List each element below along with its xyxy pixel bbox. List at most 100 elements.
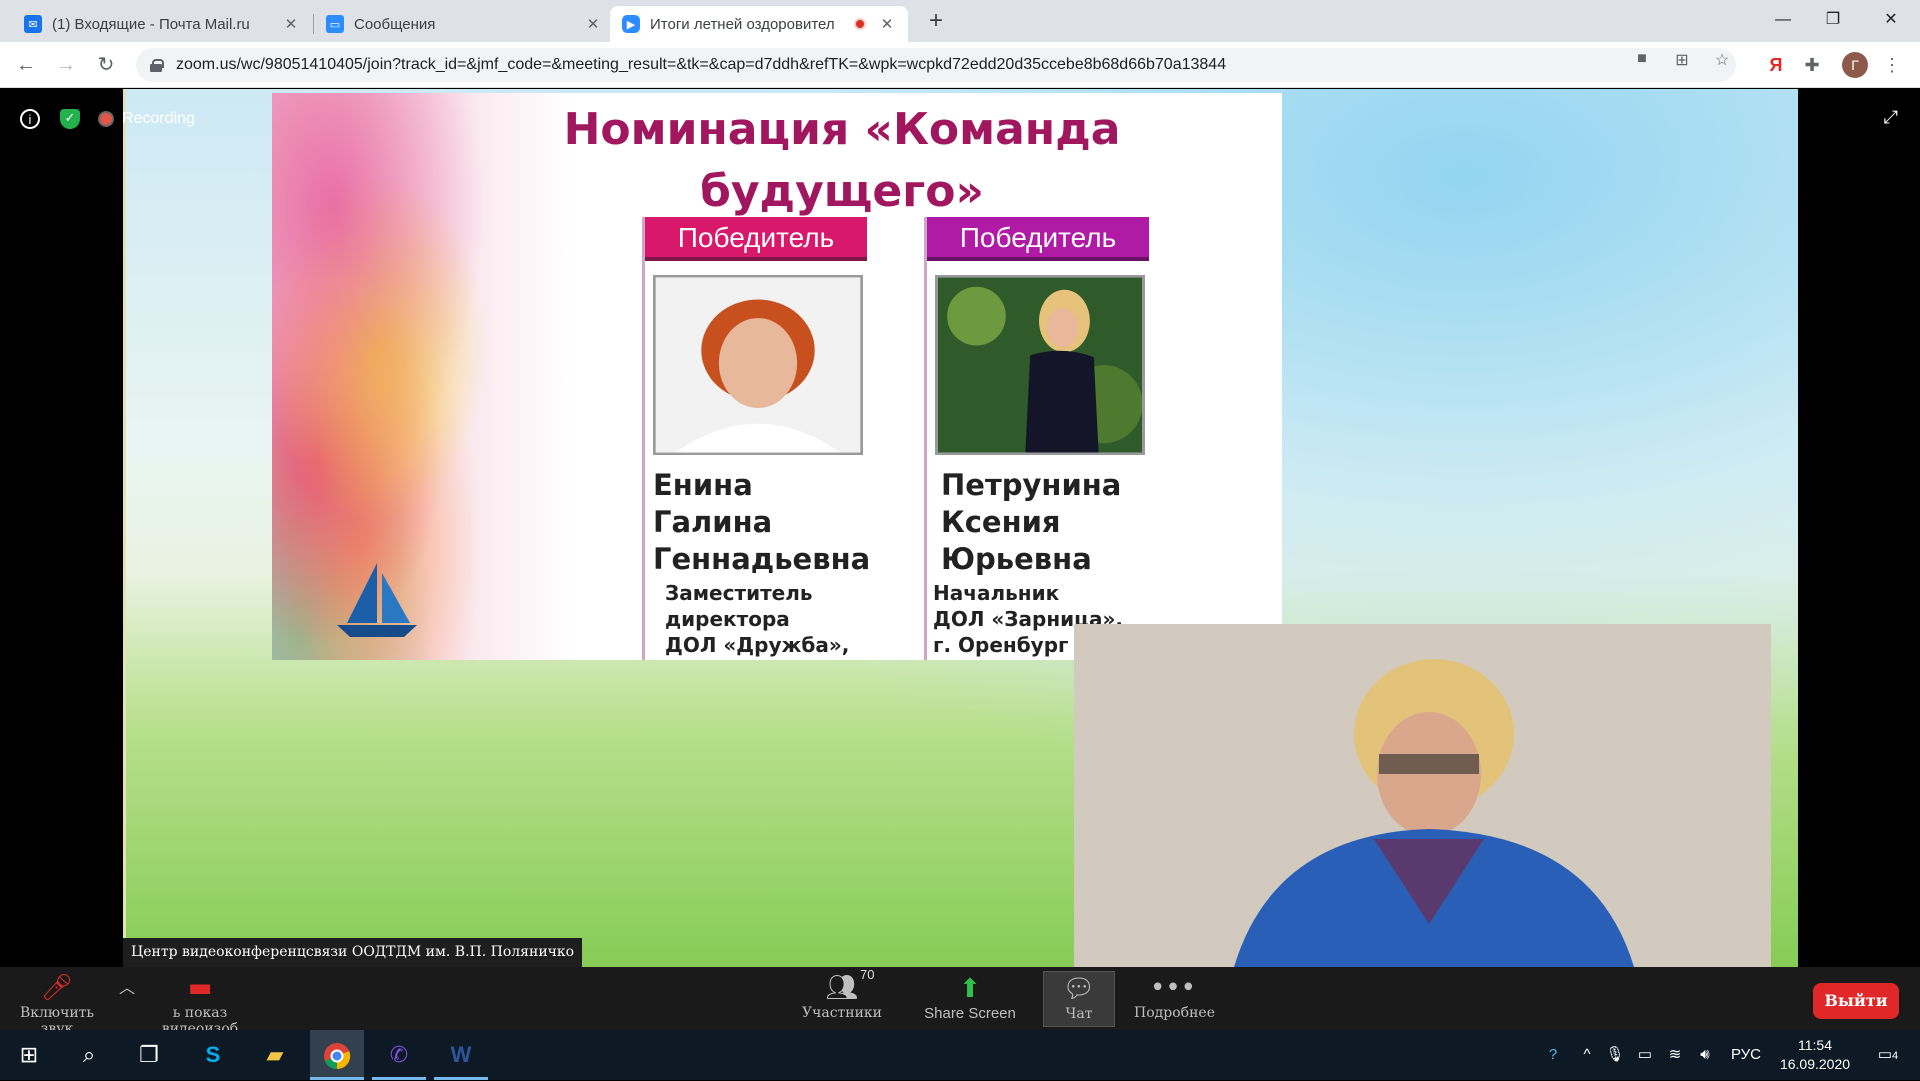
- microphone-icon[interactable]: 🎙︎: [1602, 1030, 1628, 1080]
- info-icon[interactable]: i: [20, 109, 40, 129]
- tab-mail[interactable]: ✉ (1) Входящие - Почта Mail.ru ✕: [12, 6, 312, 42]
- winner-photo: [935, 275, 1145, 455]
- minimize-button[interactable]: —: [1760, 0, 1806, 40]
- new-tab-button[interactable]: +: [922, 8, 950, 36]
- shared-screen: Номинация «Команда будущего» Победитель …: [123, 89, 1798, 967]
- zoom-icon: ▶: [622, 15, 640, 33]
- role-line: директора: [665, 607, 790, 631]
- file-explorer-icon[interactable]: ▰: [248, 1030, 302, 1080]
- url-text: zoom.us/wc/98051410405/join?track_id=&jm…: [176, 56, 1227, 73]
- slide-title-line1: Номинация «Команда: [563, 104, 1121, 155]
- battery-icon[interactable]: ▭: [1632, 1030, 1658, 1080]
- more-icon: •••: [1149, 973, 1196, 1003]
- share-screen-button[interactable]: ⬆ Share Screen: [920, 971, 1020, 1027]
- skype-icon[interactable]: S: [186, 1030, 240, 1080]
- search-icon[interactable]: ⌕: [62, 1030, 116, 1080]
- unmute-button[interactable]: 🎤︎ Включить звук: [6, 971, 108, 1037]
- zoom-toolbar: 🎤︎ Включить звук ︿ ▬ ь показ видеоизоб 👥…: [0, 967, 1920, 1037]
- slide-title-line2: будущего»: [700, 166, 984, 217]
- participants-count: 70: [860, 967, 875, 982]
- name-line: Петрунина: [941, 468, 1122, 502]
- help-icon[interactable]: ?: [1538, 1030, 1568, 1080]
- name-line: Енина: [653, 468, 753, 502]
- chat-button[interactable]: 💬︎ Чат: [1043, 971, 1115, 1027]
- word-icon[interactable]: W: [434, 1030, 488, 1080]
- address-bar[interactable]: zoom.us/wc/98051410405/join?track_id=&jm…: [136, 48, 1736, 82]
- name-line: Ксения: [941, 505, 1061, 539]
- tab-title: Итоги летней оздоровител: [650, 15, 835, 33]
- share-label: Share Screen: [924, 1005, 1016, 1022]
- winner-card-1: Победитель Енина Галина Геннадьевна Заме…: [642, 217, 870, 660]
- close-icon[interactable]: ✕: [584, 15, 602, 33]
- close-window-button[interactable]: ✕: [1868, 0, 1914, 40]
- winner-name: Енина Галина Геннадьевна: [653, 467, 870, 578]
- role-line: Начальник: [933, 581, 1060, 605]
- winner-role: Заместитель директора ДОЛ «Дружба»,: [665, 580, 849, 658]
- notifications-icon[interactable]: ▭4: [1868, 1030, 1908, 1080]
- wifi-icon[interactable]: ≋: [1662, 1030, 1688, 1080]
- translate-icon[interactable]: ⊞: [1672, 50, 1692, 70]
- slide-title: Номинация «Команда будущего»: [522, 99, 1162, 223]
- language-indicator[interactable]: РУС: [1726, 1030, 1766, 1080]
- meeting-status-overlay: i ✓ Recording: [20, 109, 195, 129]
- notification-count: 4: [1892, 1050, 1899, 1062]
- browser-tab-strip: ✉ (1) Входящие - Почта Mail.ru ✕ ▭ Сообщ…: [0, 0, 1920, 42]
- lock-icon: [150, 59, 164, 72]
- close-icon[interactable]: ✕: [878, 15, 896, 33]
- camera-icon[interactable]: ■: [1632, 50, 1652, 70]
- tab-messages[interactable]: ▭ Сообщения ✕: [314, 6, 614, 42]
- fullscreen-icon[interactable]: ⤢: [1884, 107, 1898, 128]
- leave-button[interactable]: Выйти: [1813, 983, 1899, 1019]
- role-line: Заместитель: [665, 581, 813, 605]
- more-label: Подробнее: [1134, 1005, 1215, 1021]
- winner-badge: Победитель: [927, 217, 1149, 261]
- browser-toolbar: ← → ↻ zoom.us/wc/98051410405/join?track_…: [0, 42, 1920, 88]
- participants-button[interactable]: 👥︎ 70 Участники: [800, 967, 884, 1027]
- winner-name: Петрунина Ксения Юрьевна: [941, 467, 1121, 578]
- chrome-logo: [324, 1043, 351, 1070]
- name-line: Юрьевна: [941, 542, 1092, 576]
- start-video-button[interactable]: ▬ ь показ видеоизоб: [140, 971, 260, 1037]
- chat-icon: ▭: [326, 15, 344, 33]
- reload-button[interactable]: ↻: [92, 51, 120, 79]
- chat-label: Чат: [1065, 1006, 1093, 1022]
- shield-icon[interactable]: ✓: [60, 109, 80, 129]
- close-icon[interactable]: ✕: [282, 15, 300, 33]
- recording-label: Recording: [122, 110, 195, 127]
- audio-options-button[interactable]: ︿: [116, 971, 138, 1027]
- chevron-up-icon[interactable]: ^: [1574, 1030, 1600, 1080]
- presentation-slide: Номинация «Команда будущего» Победитель …: [272, 93, 1282, 660]
- task-view-icon[interactable]: ❐: [122, 1030, 176, 1080]
- windows-start-icon[interactable]: ⊞: [2, 1030, 56, 1080]
- recording-dot-icon: [100, 113, 112, 125]
- more-button[interactable]: ••• Подробнее: [1134, 971, 1215, 1027]
- participant-video[interactable]: [1074, 624, 1771, 967]
- participants-label: Участники: [801, 1005, 883, 1021]
- winner-photo: [653, 275, 863, 455]
- microphone-muted-icon: 🎤︎: [40, 973, 74, 1003]
- forward-button[interactable]: →: [52, 51, 80, 79]
- clock[interactable]: 11:54 16.09.2020: [1770, 1036, 1860, 1074]
- recording-icon: [854, 18, 866, 30]
- tab-zoom-meeting[interactable]: ▶ Итоги летней оздоровител ✕: [610, 6, 908, 42]
- back-button[interactable]: ←: [12, 51, 40, 79]
- chat-icon: 💬︎: [1062, 974, 1096, 1004]
- viber-icon[interactable]: ✆: [372, 1030, 426, 1080]
- star-icon[interactable]: ☆: [1712, 50, 1732, 70]
- role-line: ДОЛ «Дружба»,: [665, 633, 850, 657]
- mail-icon: ✉: [24, 15, 42, 33]
- share-screen-icon: ⬆: [959, 973, 981, 1003]
- yandex-icon[interactable]: Я: [1762, 51, 1790, 79]
- extensions-icon[interactable]: ✚: [1798, 51, 1826, 79]
- date: 16.09.2020: [1779, 1056, 1851, 1072]
- video-off-icon: ▬: [187, 973, 213, 1003]
- participant-name-label: Центр видеоконференцсвязи ООДТДМ им. В.П…: [123, 938, 583, 967]
- tab-title: (1) Входящие - Почта Mail.ru: [52, 15, 250, 33]
- chevron-up-icon: ︿: [118, 978, 135, 997]
- winner-badge: Победитель: [645, 217, 867, 261]
- menu-icon[interactable]: ⋮: [1878, 51, 1906, 79]
- chrome-icon[interactable]: [310, 1030, 364, 1080]
- avatar[interactable]: Г: [1842, 52, 1868, 78]
- volume-icon[interactable]: 🔊︎: [1692, 1030, 1718, 1080]
- restore-button[interactable]: ❐: [1810, 0, 1856, 40]
